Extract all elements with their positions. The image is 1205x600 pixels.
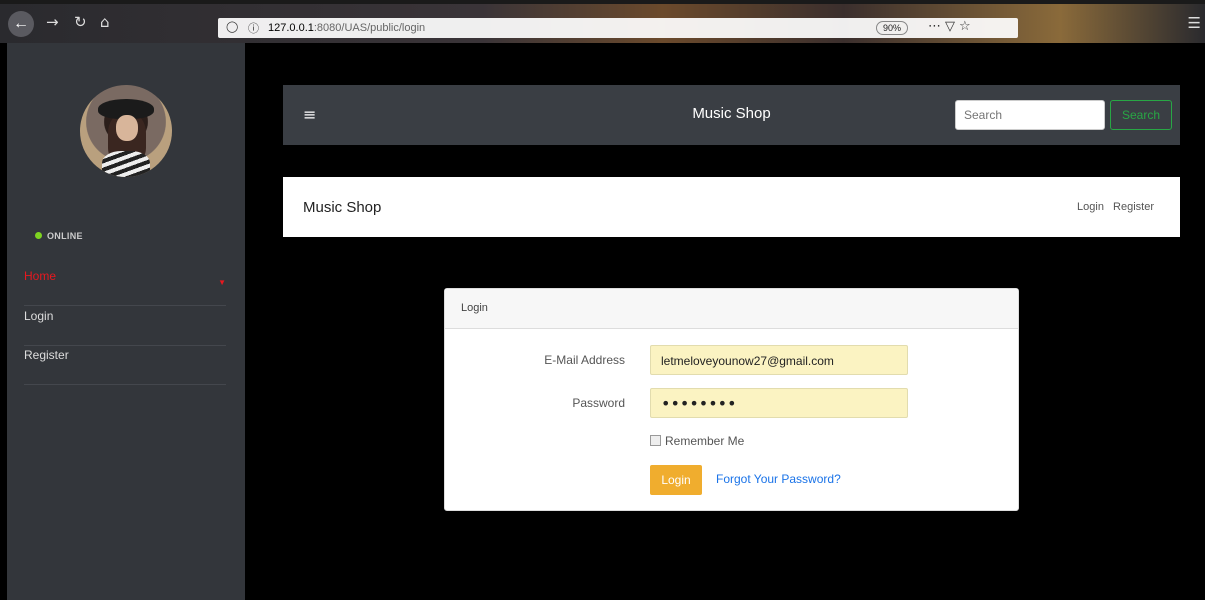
password-field[interactable]: •••••••• [650,388,908,418]
password-label: Password [572,396,625,410]
sidebar-item-label: Login [24,309,54,323]
reload-icon[interactable]: ↻ [74,13,87,31]
sidebar-item-label: Register [24,348,69,362]
sidebar: ONLINE Home ▼ Login Register [7,43,245,600]
forward-icon[interactable]: → [46,13,59,31]
header-login-link[interactable]: Login [1077,201,1104,213]
login-button[interactable]: Login [650,465,702,495]
avatar [80,85,172,177]
address-bar[interactable]: ◯ ⓘ 127.0.0.1:8080/UAS/public/login 90% … [218,18,1018,38]
sidebar-item-home[interactable]: Home ▼ [24,266,226,306]
info-icon[interactable]: ⓘ [248,20,259,36]
header-register-link[interactable]: Register [1113,201,1154,213]
home-icon[interactable]: ⌂ [100,13,110,31]
zoom-badge[interactable]: 90% [876,21,909,35]
avatar-shirt [102,151,150,177]
online-status: ONLINE [35,231,83,241]
remember-label: Remember Me [665,434,745,448]
remember-me[interactable]: Remember Me [650,434,744,448]
url-text[interactable]: 127.0.0.1:8080/UAS/public/login [268,22,425,34]
header-links: Login Register [1071,201,1154,213]
sidebar-item-register[interactable]: Register [24,345,226,385]
menu-icon[interactable]: ☰ [1188,14,1201,32]
login-card: Login E-Mail Address letmeloveyounow27@g… [444,288,1019,511]
shield-icon[interactable]: ◯ [226,20,238,33]
online-dot-icon [35,232,42,240]
online-status-label: ONLINE [47,231,83,241]
page-actions-icon[interactable]: ⋯▽☆ [928,19,975,34]
sidebar-item-login[interactable]: Login [24,306,226,346]
caret-down-icon: ▼ [218,278,226,287]
email-field[interactable]: letmeloveyounow27@gmail.com [650,345,908,375]
card-title: Login [445,289,1018,329]
top-navbar: ≡ Music Shop Search [283,85,1180,145]
app-header: Music Shop Login Register [283,177,1180,237]
url-path: :8080/UAS/public/login [313,22,426,34]
tab-strip [0,0,1205,4]
browser-toolbar: ← → ↻ ⌂ ◯ ⓘ 127.0.0.1:8080/UAS/public/lo… [0,0,1205,43]
avatar-face [116,115,138,141]
back-icon[interactable]: ← [8,11,34,37]
search-input[interactable] [955,100,1105,130]
forgot-password-link[interactable]: Forgot Your Password? [716,472,841,486]
sidebar-item-label: Home [24,269,57,283]
email-label: E-Mail Address [544,353,625,367]
search-button[interactable]: Search [1110,100,1172,130]
remember-checkbox[interactable] [650,435,661,447]
header-brand[interactable]: Music Shop [303,199,381,216]
url-host: 127.0.0.1 [268,22,314,34]
